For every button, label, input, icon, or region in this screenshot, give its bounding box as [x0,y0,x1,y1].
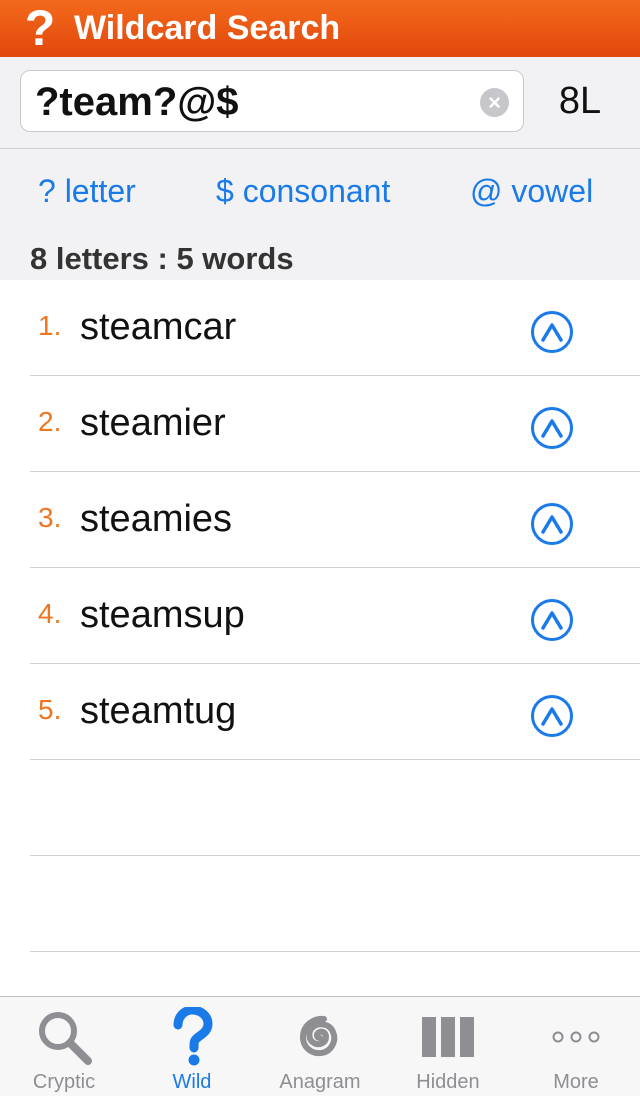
item-word: steamcar [80,306,237,348]
legend-letter[interactable]: ? letter [38,173,136,210]
search-input-value: ?team?@$ [35,80,239,124]
tab-label: Wild [172,1071,212,1093]
tab-more[interactable]: More [512,997,640,1096]
question-icon: ? [24,0,56,56]
wildcard-legend: ? letter $ consonant @ vowel 8 letters :… [0,149,640,280]
search-icon [0,1005,128,1069]
length-label: 8L [558,80,602,122]
page-title: Wildcard Search [74,9,341,47]
tab-cryptic[interactable]: Cryptic [0,997,128,1096]
legend-consonant[interactable]: $ consonant [216,173,390,210]
tab-label: Anagram [279,1071,361,1093]
more-icon [512,1005,640,1069]
columns-icon [384,1005,512,1069]
item-word: steamies [80,498,233,540]
question-icon [128,1005,256,1069]
tab-wild[interactable]: Wild [128,997,256,1096]
header-bar: ? Wildcard Search [0,0,640,57]
item-number: 4. [38,598,62,629]
item-number: 5. [38,694,62,725]
results-list: 1. steamcar 2. steamier 3. steamies 4. s… [0,280,640,952]
item-word: steamtug [80,690,237,732]
item-number: 1. [38,310,62,341]
item-word: steamsup [80,594,245,636]
list-item[interactable]: 1. steamcar [30,280,640,376]
app: ? Wildcard Search ?team?@$ × 8L ? letter… [0,0,640,1096]
item-word: steamier [80,402,226,444]
list-item[interactable]: 5. steamtug [30,664,640,760]
tab-label: Hidden [416,1071,480,1093]
empty-row [30,856,640,952]
expand-up-icon[interactable] [531,311,573,353]
tab-label: Cryptic [32,1071,96,1093]
item-number: 2. [38,406,62,437]
expand-up-icon[interactable] [531,599,573,641]
empty-row [30,760,640,856]
list-item[interactable]: 4. steamsup [30,568,640,664]
list-item[interactable]: 3. steamies [30,472,640,568]
expand-up-icon[interactable] [531,503,573,545]
results-summary: 8 letters : 5 words [30,241,294,276]
search-input[interactable]: ?team?@$ × [20,70,524,132]
clear-icon[interactable]: × [480,88,509,117]
item-number: 3. [38,502,62,533]
expand-up-icon[interactable] [531,695,573,737]
spiral-icon [256,1005,384,1069]
search-row: ?team?@$ × 8L [0,57,640,149]
tab-anagram[interactable]: Anagram [256,997,384,1096]
expand-up-icon[interactable] [531,407,573,449]
tab-hidden[interactable]: Hidden [384,997,512,1096]
tab-label: More [553,1071,599,1093]
legend-vowel[interactable]: @ vowel [470,173,593,210]
tab-bar: Cryptic Wild Anagram Hidden More [0,996,640,1096]
list-item[interactable]: 2. steamier [30,376,640,472]
